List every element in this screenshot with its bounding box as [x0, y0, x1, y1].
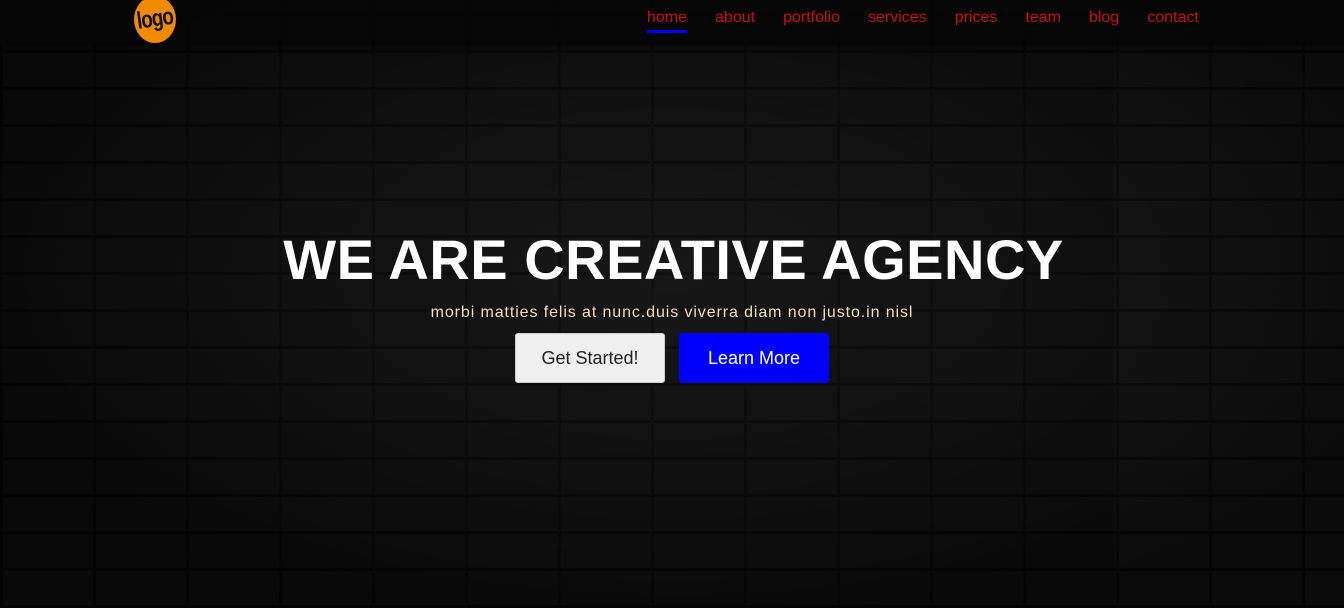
nav-item-services[interactable]: services [868, 9, 927, 27]
nav-item-about[interactable]: about [715, 9, 755, 27]
logo[interactable]: logo [134, 0, 176, 43]
learn-more-button[interactable]: Learn More [679, 333, 829, 383]
main-nav: home about portfolio services prices tea… [647, 9, 1227, 33]
logo-text: logo [135, 3, 175, 35]
nav-item-portfolio[interactable]: portfolio [783, 9, 840, 27]
hero-buttons: Get Started! Learn More [0, 333, 1344, 383]
get-started-button[interactable]: Get Started! [515, 333, 665, 383]
hero-title: WE ARE CREATIVE AGENCY [283, 228, 1064, 291]
hero-subtitle: morbi matties felis at nunc.duis viverra… [430, 304, 914, 321]
nav-item-contact[interactable]: contact [1147, 9, 1199, 27]
nav-item-prices[interactable]: prices [955, 9, 998, 27]
navbar: logo home about portfolio services price… [0, 0, 1344, 44]
nav-item-team[interactable]: team [1025, 9, 1061, 27]
nav-item-home[interactable]: home [647, 9, 688, 33]
nav-item-blog[interactable]: blog [1089, 9, 1119, 27]
hero-section: WE ARE CREATIVE AGENCY morbi matties fel… [0, 228, 1344, 383]
